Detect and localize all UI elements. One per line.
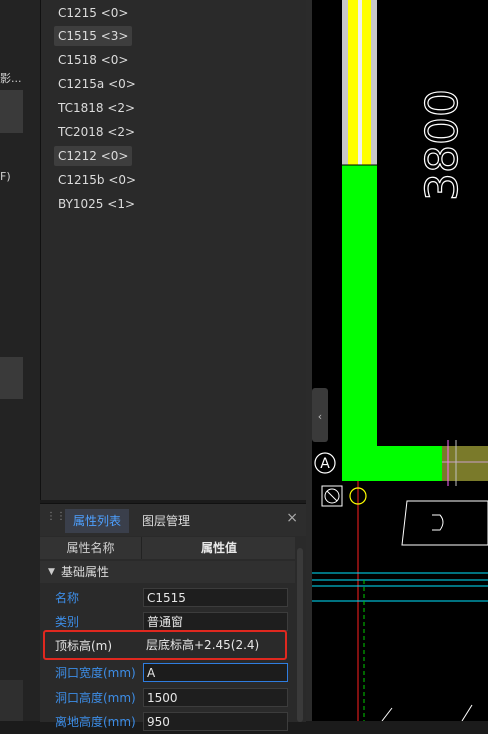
header-value: 属性值	[141, 537, 296, 559]
properties-tab-bar: ⋮⋮ 属性列表 图层管理 ×	[40, 504, 306, 536]
property-row-opening-height: 洞口高度(mm) 1500	[40, 686, 295, 710]
property-row-opening-width: 洞口宽度(mm) A	[40, 661, 295, 685]
highlight-annotation	[43, 630, 287, 660]
property-value-field[interactable]: C1515	[143, 588, 288, 607]
collapse-arrow-icon[interactable]: ▼	[48, 561, 55, 583]
left-strip-band[interactable]	[0, 680, 23, 721]
property-value-field[interactable]: 1500	[143, 688, 288, 707]
component-item[interactable]: BY1025 <1>	[54, 194, 139, 214]
property-value-field[interactable]: 950	[143, 712, 288, 731]
group-basic-properties[interactable]: ▼ 基础属性	[40, 561, 295, 583]
properties-panel: ⋮⋮ 属性列表 图层管理 × 属性名称 属性值 ▼ 基础属性 名称 C1515 …	[40, 503, 306, 731]
header-name: 属性名称	[66, 541, 115, 555]
group-label: 基础属性	[61, 565, 110, 579]
cad-window-glass	[358, 0, 362, 165]
properties-header: 属性名称 属性值	[40, 537, 295, 559]
cad-dimension-text: 3800	[417, 89, 468, 201]
cad-window-symbol	[401, 500, 488, 546]
drag-grip-icon[interactable]: ⋮⋮	[46, 512, 66, 528]
left-tool-strip: 影... F)	[0, 0, 40, 721]
property-row-name: 名称 C1515	[40, 586, 295, 610]
cad-axis-label: A	[320, 456, 330, 472]
property-name: 名称	[55, 591, 80, 605]
component-item[interactable]: C1212 <0>	[54, 146, 133, 166]
component-item[interactable]: C1215b <0>	[54, 170, 140, 190]
vertical-scrollbar[interactable]	[297, 548, 303, 722]
property-row-sill-height: 离地高度(mm) 950	[40, 710, 295, 734]
component-item[interactable]: C1215a <0>	[54, 74, 140, 94]
left-strip-text-mid: F)	[0, 170, 11, 183]
svg-text:‹: ‹	[318, 410, 322, 423]
left-strip-band[interactable]	[0, 90, 23, 133]
tab-layers[interactable]: 图层管理	[134, 509, 198, 533]
component-item[interactable]: C1215 <0>	[54, 3, 132, 23]
tab-properties[interactable]: 属性列表	[65, 509, 130, 533]
cad-drawing: 3800 A ‹	[312, 0, 488, 721]
property-name: 洞口宽度(mm)	[55, 666, 136, 680]
property-name: 洞口高度(mm)	[55, 691, 136, 705]
component-item[interactable]: TC1818 <2>	[54, 98, 139, 118]
left-strip-text-top: 影...	[0, 72, 22, 85]
cad-wall-vertical	[342, 165, 377, 481]
property-name: 离地高度(mm)	[55, 715, 136, 729]
cad-canvas[interactable]: 3800 A ‹	[312, 0, 488, 721]
cad-wall-section	[442, 446, 488, 481]
close-icon[interactable]: ×	[286, 510, 298, 526]
component-item[interactable]: C1515 <3>	[54, 26, 133, 46]
component-item[interactable]: TC2018 <2>	[54, 122, 139, 142]
property-value-input[interactable]: A	[143, 663, 288, 682]
component-list: C1215 <0> C1515 <3> C1518 <0> C1215a <0>…	[40, 0, 307, 500]
property-value-field[interactable]: 普通窗	[143, 612, 288, 631]
left-strip-band[interactable]	[0, 357, 23, 399]
component-item[interactable]: C1518 <0>	[54, 50, 132, 70]
